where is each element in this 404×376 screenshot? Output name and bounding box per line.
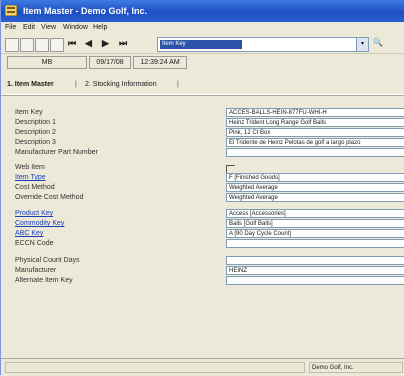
override-cost-method-field[interactable]: Weighted Average <box>226 193 404 202</box>
search-icon[interactable]: 🔍 <box>373 38 387 50</box>
title-bar: Item Master - Demo Golf, Inc. <box>1 0 404 22</box>
key-selector-value: Item Key <box>160 40 242 49</box>
status-pane-main <box>5 362 305 373</box>
mfr-part-number-field[interactable] <box>226 148 404 157</box>
description-2-label: Description 2 <box>15 129 56 136</box>
next-record-icon[interactable]: ▶ <box>102 38 109 49</box>
session-info-bar: MB 09/17/08 12:39:24 AM <box>1 54 404 70</box>
menu-window[interactable]: Window <box>63 24 88 31</box>
menu-view[interactable]: View <box>41 24 56 31</box>
session-date: 09/17/08 <box>89 56 131 69</box>
save-icon[interactable] <box>20 38 34 52</box>
abc-key-link[interactable]: ABC Key <box>15 230 43 237</box>
web-item-label: Web Item <box>15 164 45 171</box>
eccn-code-label: ECCN Code <box>15 240 54 247</box>
eccn-code-field[interactable] <box>226 239 404 248</box>
commodity-key-field[interactable]: Balls [Golf Balls] <box>226 219 404 228</box>
item-key-label: Item Key <box>15 109 43 116</box>
description-1-field[interactable]: Heinz Trident Long Range Golf Balls <box>226 118 404 127</box>
last-record-icon[interactable]: ⏭ <box>119 38 127 49</box>
physical-count-days-field[interactable] <box>226 256 404 265</box>
product-key-field[interactable]: Access [Accessories] <box>226 209 404 218</box>
description-3-label: Description 3 <box>15 139 56 146</box>
prev-record-icon[interactable]: ◀ <box>85 38 92 49</box>
menu-file[interactable]: File <box>5 24 16 31</box>
menu-help[interactable]: Help <box>93 24 107 31</box>
item-type-field[interactable]: F [Finished Goods] <box>226 173 404 182</box>
key-selector[interactable]: Item Key ▾ <box>157 37 369 52</box>
item-key-field[interactable]: ACCES-BALLS-HEIN-877FU-WHI-H <box>226 108 404 117</box>
override-cost-method-label: Override Cost Method <box>15 194 84 201</box>
description-3-field[interactable]: El Tridente de Heinz Pelotas de golf a l… <box>226 138 404 147</box>
tab-strip: 1. Item Master | 2. Stocking Information… <box>7 81 179 88</box>
user-id: MB <box>7 56 87 69</box>
description-2-field[interactable]: Pink, 12 Ct Box <box>226 128 404 137</box>
print-icon[interactable] <box>35 38 49 52</box>
app-icon <box>5 5 17 16</box>
first-record-icon[interactable]: ⏮ <box>68 38 76 49</box>
product-key-link[interactable]: Product Key <box>15 210 53 217</box>
alternate-item-key-field[interactable] <box>226 276 404 285</box>
status-company: Demo Golf, Inc. <box>309 362 403 373</box>
session-time: 12:39:24 AM <box>133 56 187 69</box>
tab-stocking-information[interactable]: 2. Stocking Information <box>85 81 157 88</box>
toolbar: ⏮ ◀ ▶ ⏭ Item Key ▾ 🔍 <box>1 35 404 54</box>
commodity-key-link[interactable]: Commodity Key <box>15 220 64 227</box>
abc-key-field[interactable]: A [90 Day Cycle Count] <box>226 229 404 238</box>
status-bar: Demo Golf, Inc. <box>1 358 404 376</box>
mfr-part-number-label: Manufacturer Part Number <box>15 149 98 156</box>
tab-divider <box>1 94 404 96</box>
description-1-label: Description 1 <box>15 119 56 126</box>
tab-item-master[interactable]: 1. Item Master <box>7 81 54 88</box>
delete-icon[interactable] <box>50 38 64 52</box>
chevron-down-icon[interactable]: ▾ <box>356 38 368 51</box>
cost-method-label: Cost Method <box>15 184 55 191</box>
item-master-window: Item Master - Demo Golf, Inc. File Edit … <box>0 0 404 376</box>
new-icon[interactable] <box>5 38 19 52</box>
item-type-link[interactable]: Item Type <box>15 174 46 181</box>
manufacturer-label: Manufacturer <box>15 267 57 274</box>
manufacturer-field[interactable]: HEINZ <box>226 266 404 275</box>
window-title: Item Master - Demo Golf, Inc. <box>23 6 148 16</box>
menu-bar: File Edit View Window Help <box>1 22 404 35</box>
menu-edit[interactable]: Edit <box>23 24 35 31</box>
alternate-item-key-label: Alternate Item Key <box>15 277 73 284</box>
cost-method-field[interactable]: Weighted Average <box>226 183 404 192</box>
physical-count-days-label: Physical Count Days <box>15 257 80 264</box>
